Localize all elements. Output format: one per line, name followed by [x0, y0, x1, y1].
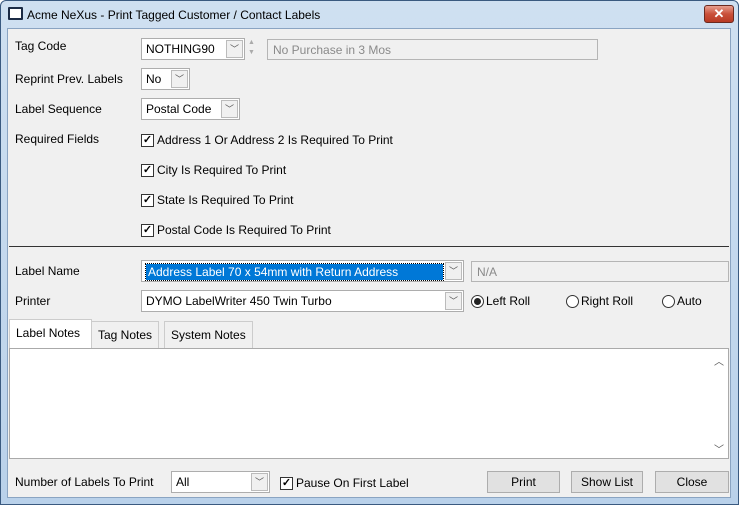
- printer-combo[interactable]: DYMO LabelWriter 450 Twin Turbo ﹀: [141, 290, 464, 312]
- pause-checkbox[interactable]: ✓ Pause On First Label: [280, 476, 409, 490]
- spinner[interactable]: ▲ ▼: [248, 38, 257, 60]
- label-name-value: Address Label 70 x 54mm with Return Addr…: [145, 263, 444, 281]
- tab-label-notes[interactable]: Label Notes: [9, 319, 92, 349]
- tab-tag-notes[interactable]: Tag Notes: [91, 321, 160, 348]
- print-button[interactable]: Print: [487, 471, 560, 493]
- spin-down-icon[interactable]: ▼: [248, 48, 257, 58]
- checkbox-checked-icon[interactable]: ✓: [141, 193, 154, 207]
- app-icon: [8, 7, 23, 20]
- label-name-combo[interactable]: Address Label 70 x 54mm with Return Addr…: [141, 260, 464, 282]
- left-roll-radio[interactable]: Left Roll: [471, 294, 530, 308]
- required-postal-checkbox[interactable]: ✓ Postal Code Is Required To Print: [141, 223, 331, 237]
- tag-code-combo[interactable]: NOTHING90 ﹀: [141, 38, 245, 60]
- checkbox-label: Pause On First Label: [296, 476, 409, 490]
- checkbox-checked-icon[interactable]: ✓: [141, 133, 154, 147]
- chevron-down-icon[interactable]: ﹀: [251, 473, 268, 491]
- checkbox-checked-icon[interactable]: ✓: [141, 163, 154, 177]
- notes-textarea[interactable]: ︿ ﹀: [9, 348, 729, 459]
- chevron-down-icon[interactable]: ﹀: [445, 292, 462, 310]
- scroll-down-icon[interactable]: ﹀: [714, 441, 724, 456]
- close-button[interactable]: Close: [655, 471, 729, 493]
- tag-code-value: NOTHING90: [146, 42, 215, 56]
- radio-icon[interactable]: [566, 294, 579, 308]
- tab-system-notes[interactable]: System Notes: [164, 321, 253, 348]
- tag-code-label: Tag Code: [15, 39, 67, 53]
- reprint-combo[interactable]: No ﹀: [141, 68, 190, 90]
- checkbox-label: Address 1 Or Address 2 Is Required To Pr…: [157, 133, 393, 147]
- checkbox-label: City Is Required To Print: [157, 163, 287, 177]
- label-extra-field: N/A: [471, 261, 729, 282]
- right-roll-radio[interactable]: Right Roll: [566, 294, 633, 308]
- scroll-up-icon[interactable]: ︿: [714, 353, 724, 368]
- radio-label: Auto: [677, 294, 702, 308]
- divider: [9, 246, 729, 247]
- radio-selected-icon[interactable]: [471, 294, 484, 308]
- spin-up-icon[interactable]: ▲: [248, 38, 257, 48]
- close-window-button[interactable]: ✕: [704, 5, 734, 23]
- required-address-checkbox[interactable]: ✓ Address 1 Or Address 2 Is Required To P…: [141, 133, 393, 147]
- sequence-label: Label Sequence: [15, 102, 102, 116]
- required-city-checkbox[interactable]: ✓ City Is Required To Print: [141, 163, 286, 177]
- checkbox-label: Postal Code Is Required To Print: [157, 223, 331, 237]
- sequence-value: Postal Code: [146, 102, 212, 116]
- chevron-down-icon[interactable]: ﹀: [226, 40, 243, 58]
- auto-roll-radio[interactable]: Auto: [662, 294, 702, 308]
- checkbox-checked-icon[interactable]: ✓: [280, 476, 293, 490]
- chevron-down-icon[interactable]: ﹀: [221, 100, 238, 118]
- reprint-label: Reprint Prev. Labels: [15, 72, 123, 86]
- chevron-down-icon[interactable]: ﹀: [445, 262, 462, 280]
- radio-icon[interactable]: [662, 294, 675, 308]
- window-title: Acme NeXus - Print Tagged Customer / Con…: [27, 8, 321, 22]
- count-value: All: [176, 475, 190, 489]
- tag-description-field: No Purchase in 3 Mos: [267, 39, 598, 60]
- printer-value: DYMO LabelWriter 450 Twin Turbo: [146, 294, 332, 308]
- sequence-combo[interactable]: Postal Code ﹀: [141, 98, 240, 120]
- radio-label: Left Roll: [486, 294, 531, 308]
- required-state-checkbox[interactable]: ✓ State Is Required To Print: [141, 193, 294, 207]
- chevron-down-icon[interactable]: ﹀: [171, 70, 188, 88]
- radio-label: Right Roll: [581, 294, 634, 308]
- show-list-button[interactable]: Show List: [571, 471, 643, 493]
- label-name-label: Label Name: [15, 264, 80, 278]
- required-fields-label: Required Fields: [15, 132, 100, 146]
- count-combo[interactable]: All ﹀: [171, 471, 270, 493]
- checkbox-label: State Is Required To Print: [157, 193, 294, 207]
- checkbox-checked-icon[interactable]: ✓: [141, 223, 154, 237]
- reprint-value: No: [146, 72, 162, 86]
- count-label: Number of Labels To Print: [15, 475, 154, 489]
- printer-label: Printer: [15, 294, 51, 308]
